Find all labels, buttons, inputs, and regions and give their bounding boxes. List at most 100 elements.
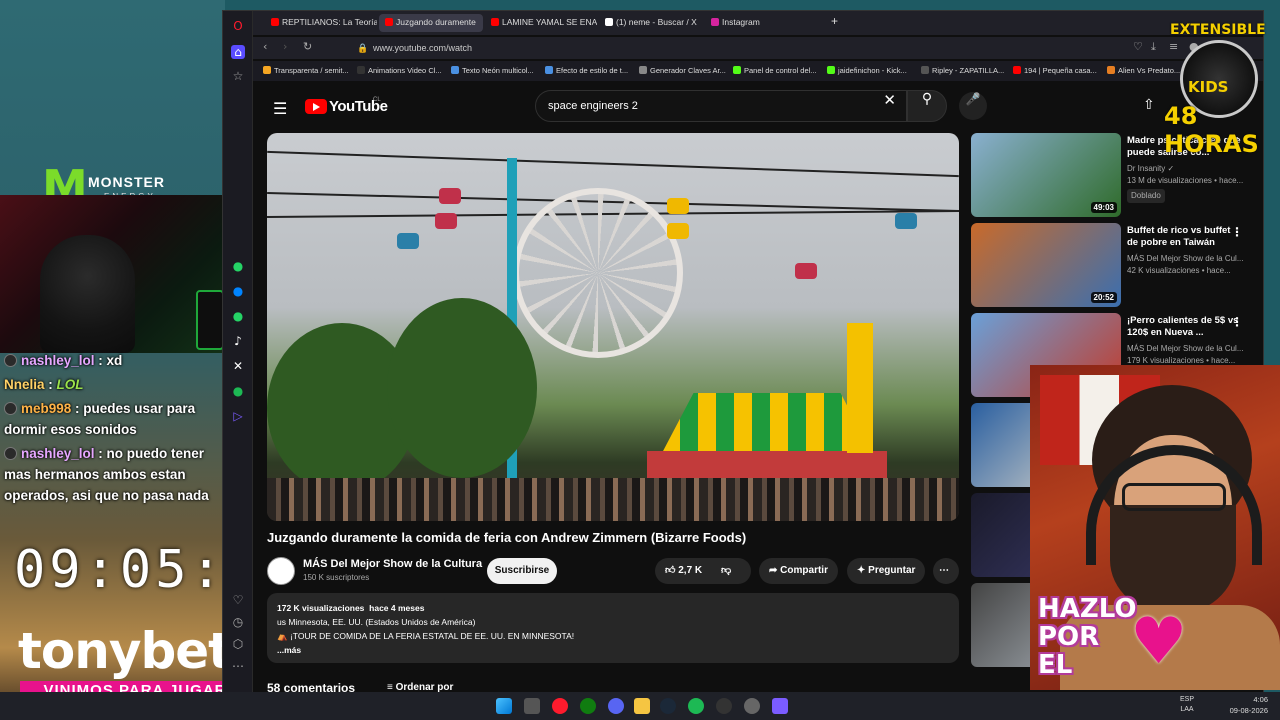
spotify-icon[interactable]: ●	[231, 384, 245, 398]
gondola-cable	[267, 150, 959, 178]
app-icon[interactable]	[772, 698, 788, 714]
bookmark-item[interactable]: 194 | Pequeña casa...	[1013, 66, 1097, 75]
bookmark-item[interactable]: Ripley - ZAPATILLA...	[921, 66, 1004, 75]
discord-icon[interactable]	[608, 698, 624, 714]
more-actions-button[interactable]: ⋯	[933, 558, 959, 584]
gondola-chair	[439, 188, 461, 204]
player-icon[interactable]: ▷	[231, 409, 245, 423]
folder-icon[interactable]	[634, 698, 650, 714]
monster-brand: MONSTER	[88, 174, 165, 190]
thumbs-down-icon: 👎︎	[721, 565, 732, 576]
bookmark-label: jaidefinichon - Kick...	[838, 66, 907, 75]
hamburger-menu-icon[interactable]: ☰	[273, 99, 287, 118]
heart-icon[interactable]: ♡	[231, 593, 245, 607]
opera-sidebar: O ⌂ ☆ ● ● ● ♪ ✕ ● ▷ ♡ ◷ ⬡ ⋯	[223, 11, 253, 693]
opera-icon[interactable]	[552, 698, 568, 714]
recommendation-title[interactable]: Buffet de rico vs buffet de pobre en Tai…	[1127, 225, 1243, 249]
dislike-button[interactable]: 👎︎	[721, 558, 731, 584]
recommendation-channel[interactable]: MÁS Del Mejor Show de la Cul...	[1127, 254, 1244, 263]
tab-instagram[interactable]: Instagram	[705, 14, 809, 32]
x-icon[interactable]: ✕	[231, 359, 245, 373]
video-thumbnail[interactable]: 49:03	[971, 133, 1121, 217]
bookmark-item[interactable]: Efecto de estilo de t...	[545, 66, 628, 75]
badge-kids-text: KIDS	[1188, 78, 1229, 96]
tiktok-icon[interactable]: ♪	[231, 334, 245, 348]
spotify-icon[interactable]	[688, 698, 704, 714]
subscribe-button[interactable]: Suscribirse	[487, 558, 557, 584]
crowd	[267, 478, 959, 521]
video-player[interactable]	[267, 133, 959, 521]
bookmark-item[interactable]: Generador Claves Ar...	[639, 66, 726, 75]
description-box[interactable]: 172 K visualizaciones hace 4 meses us Mi…	[267, 593, 959, 663]
ferris-wheel	[513, 188, 683, 358]
video-thumbnail[interactable]: 20:52	[971, 223, 1121, 307]
back-icon[interactable]: ‹	[263, 40, 267, 53]
bookmark-favicon-icon	[263, 66, 271, 74]
recommendation-channel[interactable]: MÁS Del Mejor Show de la Cul...	[1127, 344, 1244, 353]
url-field[interactable]: 🔒 www.youtube.com/watch	[333, 39, 973, 57]
xbox-icon[interactable]	[580, 698, 596, 714]
settings-icon[interactable]	[744, 698, 760, 714]
taskbar: ESP LAA 4:06 09-08-2026	[0, 692, 1280, 720]
recommendation-channel[interactable]: Dr Insanity	[1127, 164, 1165, 173]
chat-message: nashley_lol : no puedo tener mas hermano…	[4, 446, 209, 503]
gondola-chair	[435, 213, 457, 229]
recommendation-title[interactable]: ¡Perro calientes de 5$ vs 120$ en Nueva …	[1127, 315, 1243, 339]
recommendation-menu-icon[interactable]: ⋮	[1231, 225, 1243, 239]
tab-juzgando[interactable]: Juzgando duramente	[379, 14, 483, 32]
home-icon[interactable]: ⌂	[231, 45, 245, 59]
more-icon: ⋯	[939, 565, 949, 576]
messenger-icon[interactable]: ●	[231, 284, 245, 298]
start-icon[interactable]	[496, 698, 512, 714]
forward-icon[interactable]: ›	[283, 40, 287, 53]
chat-avatar	[4, 447, 17, 460]
clock-time: 4:06	[1253, 695, 1268, 704]
chat-user: Nnelia	[4, 377, 45, 392]
bookmark-item[interactable]: Texto Neón multicol...	[451, 66, 534, 75]
cube-icon[interactable]: ⬡	[231, 637, 245, 651]
more-icon[interactable]: ⋯	[231, 659, 245, 673]
clear-search-icon[interactable]: ✕	[883, 91, 896, 109]
star-icon[interactable]: ☆	[231, 69, 245, 83]
bookmark-item[interactable]: Panel de control del...	[733, 66, 817, 75]
language-indicator[interactable]: ESP LAA	[1180, 695, 1194, 715]
gondola-chair	[795, 263, 817, 279]
steam-icon[interactable]	[660, 698, 676, 714]
share-button[interactable]: ➦ Compartir	[759, 558, 838, 584]
like-button[interactable]: 👍︎ 2,7 K	[665, 565, 702, 576]
bookmark-label: Transparenta / semit...	[274, 66, 349, 75]
bookmark-item[interactable]: Transparenta / semit...	[263, 66, 349, 75]
search-button[interactable]: ⚲	[907, 90, 947, 122]
channel-avatar[interactable]	[267, 557, 295, 585]
history-icon[interactable]: ◷	[231, 615, 245, 629]
slogan-line: EL	[1038, 650, 1073, 680]
tab-reptilianos[interactable]: REPTILIANOS: La Teoría C	[265, 14, 377, 32]
recommendation-item[interactable]: 20:52 Buffet de rico vs buffet de pobre …	[971, 223, 1271, 309]
ask-button[interactable]: ✦ Preguntar	[847, 558, 926, 584]
youtube-logo[interactable]: YouTube CL	[305, 97, 388, 117]
new-tab-button[interactable]: +	[827, 14, 842, 32]
file-explorer-icon[interactable]	[524, 698, 540, 714]
bookmark-item[interactable]: Animations Video Cl...	[357, 66, 442, 75]
tab-lamine[interactable]: LAMINE YAMAL SE ENAM	[485, 14, 597, 32]
heart-toolbar-icon[interactable]: ♡	[1133, 40, 1143, 53]
whatsapp-alt-icon[interactable]: ●	[231, 309, 245, 323]
upload-icon[interactable]: ⇧	[1143, 97, 1155, 113]
bookmark-item[interactable]: jaidefinichon - Kick...	[827, 66, 907, 75]
opera-logo-icon[interactable]: O	[231, 19, 245, 33]
recommendation-menu-icon[interactable]: ⋮	[1231, 315, 1243, 329]
bookmark-label: Generador Claves Ar...	[650, 66, 726, 75]
chat-user: meb998	[21, 401, 72, 416]
reload-icon[interactable]: ↻	[303, 40, 312, 53]
voice-search-button[interactable]: 🎤	[959, 92, 987, 120]
tab-label: REPTILIANOS: La Teoría C	[282, 17, 377, 27]
search-input[interactable]: space engineers 2 ✕	[535, 90, 907, 122]
tab-x-search[interactable]: (1) neme - Buscar / X	[599, 14, 703, 32]
whatsapp-icon[interactable]: ●	[231, 259, 245, 273]
chat-message: meb998 : puedes usar para dormir esos so…	[4, 401, 196, 437]
system-clock[interactable]: 4:06 09-08-2026	[1230, 694, 1268, 716]
download-icon[interactable]: ⤓	[1151, 40, 1156, 54]
obs-icon[interactable]	[716, 698, 732, 714]
channel-name[interactable]: MÁS Del Mejor Show de la Cultura	[303, 558, 482, 570]
show-more-link[interactable]: ...más	[277, 645, 301, 655]
